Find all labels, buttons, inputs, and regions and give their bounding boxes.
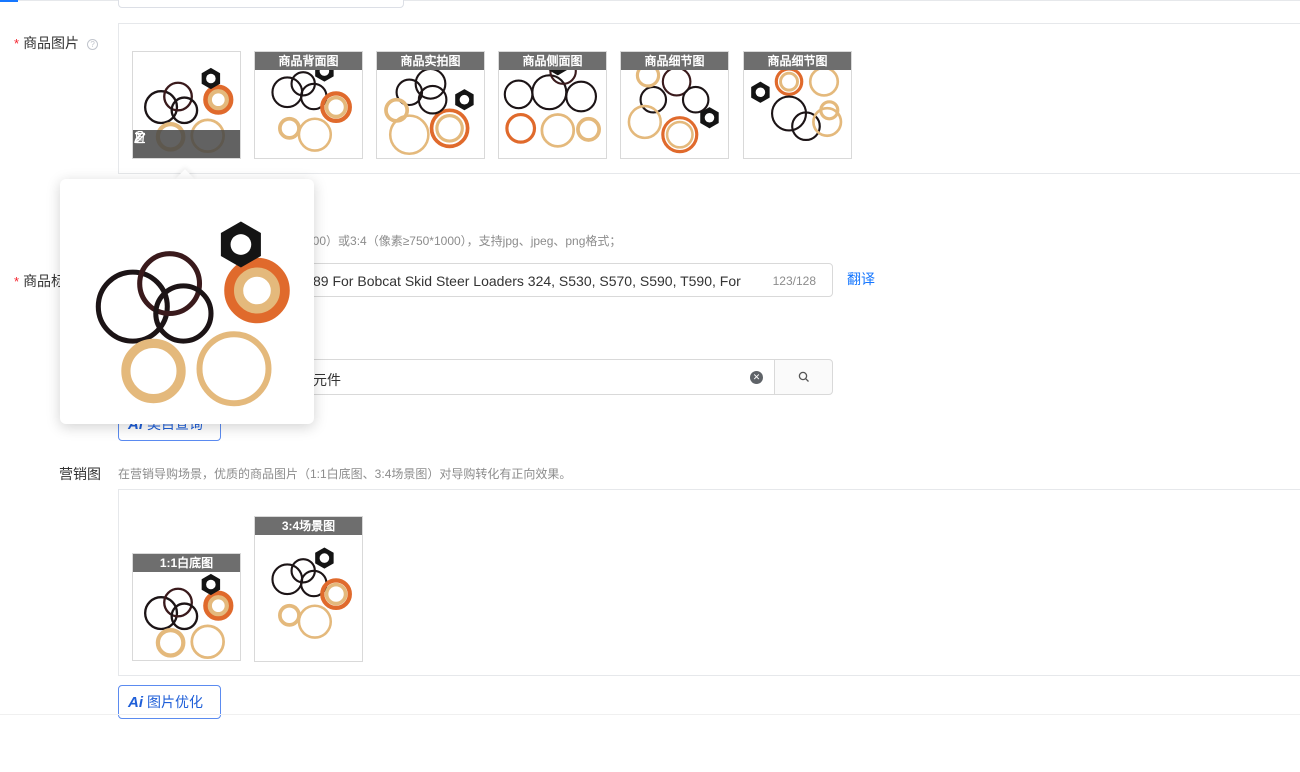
thumbnail-toolbar <box>133 130 240 158</box>
char-counter: 123/128 <box>772 274 816 288</box>
thumbnail-caption: 3:4场景图 <box>255 517 362 535</box>
question-circle-icon[interactable]: ? <box>87 39 99 50</box>
ai-sparkle-icon: Ai <box>128 693 143 711</box>
white-background-image-slot[interactable]: 1:1白底图 <box>132 553 241 661</box>
image-preview-popover <box>60 179 314 424</box>
category-search-button[interactable] <box>774 359 833 395</box>
required-mark: * <box>14 36 20 51</box>
edit-pencil-icon[interactable] <box>133 131 182 152</box>
product-image-thumbnail[interactable]: 商品侧面图 <box>498 51 607 159</box>
product-image-thumbnail[interactable]: 商品实拍图 <box>376 51 485 159</box>
product-images-label-text: 商品图片 <box>23 35 80 51</box>
thumbnail-caption: 商品侧面图 <box>499 52 606 70</box>
product-images-label: * 商品图片? <box>14 33 99 53</box>
scene-image-slot[interactable]: 3:4场景图 <box>254 516 363 662</box>
product-photo <box>271 547 352 639</box>
product-image-thumbnail[interactable]: 商品细节图 <box>620 51 729 159</box>
bottom-divider <box>0 714 1300 715</box>
thumbnail-caption: 商品细节图 <box>744 52 851 70</box>
product-title-label-text: 商品标 <box>23 273 66 289</box>
chevron-right-icon[interactable] <box>135 131 226 152</box>
product-image-thumbnail[interactable]: 商品背面图 <box>254 51 363 159</box>
thumbnail-caption: 商品背面图 <box>255 52 362 70</box>
thumbnail-caption: 商品细节图 <box>621 52 728 70</box>
main-image-thumbnail[interactable] <box>132 51 241 159</box>
marketing-label: 营销图 <box>59 466 101 482</box>
search-icon <box>798 371 809 382</box>
thumbnail-caption: 商品实拍图 <box>377 52 484 70</box>
product-photo <box>95 221 290 407</box>
image-optimize-label: 图片优化 <box>147 694 203 710</box>
marketing-hint: 在营销导购场景，优质的商品图片（1:1白底图、3:4场景图）对导购转化有正向效果… <box>118 467 572 481</box>
product-title-label: * 商品标 <box>14 271 65 291</box>
category-value: 元件 <box>313 372 341 388</box>
product-photo <box>143 573 234 660</box>
required-mark: * <box>14 274 20 289</box>
clear-circle-icon[interactable]: ✕ <box>750 371 763 384</box>
thumbnail-caption: 1:1白底图 <box>133 554 240 572</box>
trash-icon[interactable] <box>135 130 204 152</box>
product-images-hint: 800）或3:4（像素≥750*1000），支持jpg、jpeg、png格式； <box>306 234 622 248</box>
product-image-thumbnail[interactable]: 商品细节图 <box>743 51 852 159</box>
left-accent <box>0 0 18 2</box>
translate-link[interactable]: 翻译 <box>847 269 875 289</box>
product-title-value: 89 For Bobcat Skid Steer Loaders 324, S5… <box>313 273 741 289</box>
previous-field-input[interactable] <box>118 0 404 8</box>
